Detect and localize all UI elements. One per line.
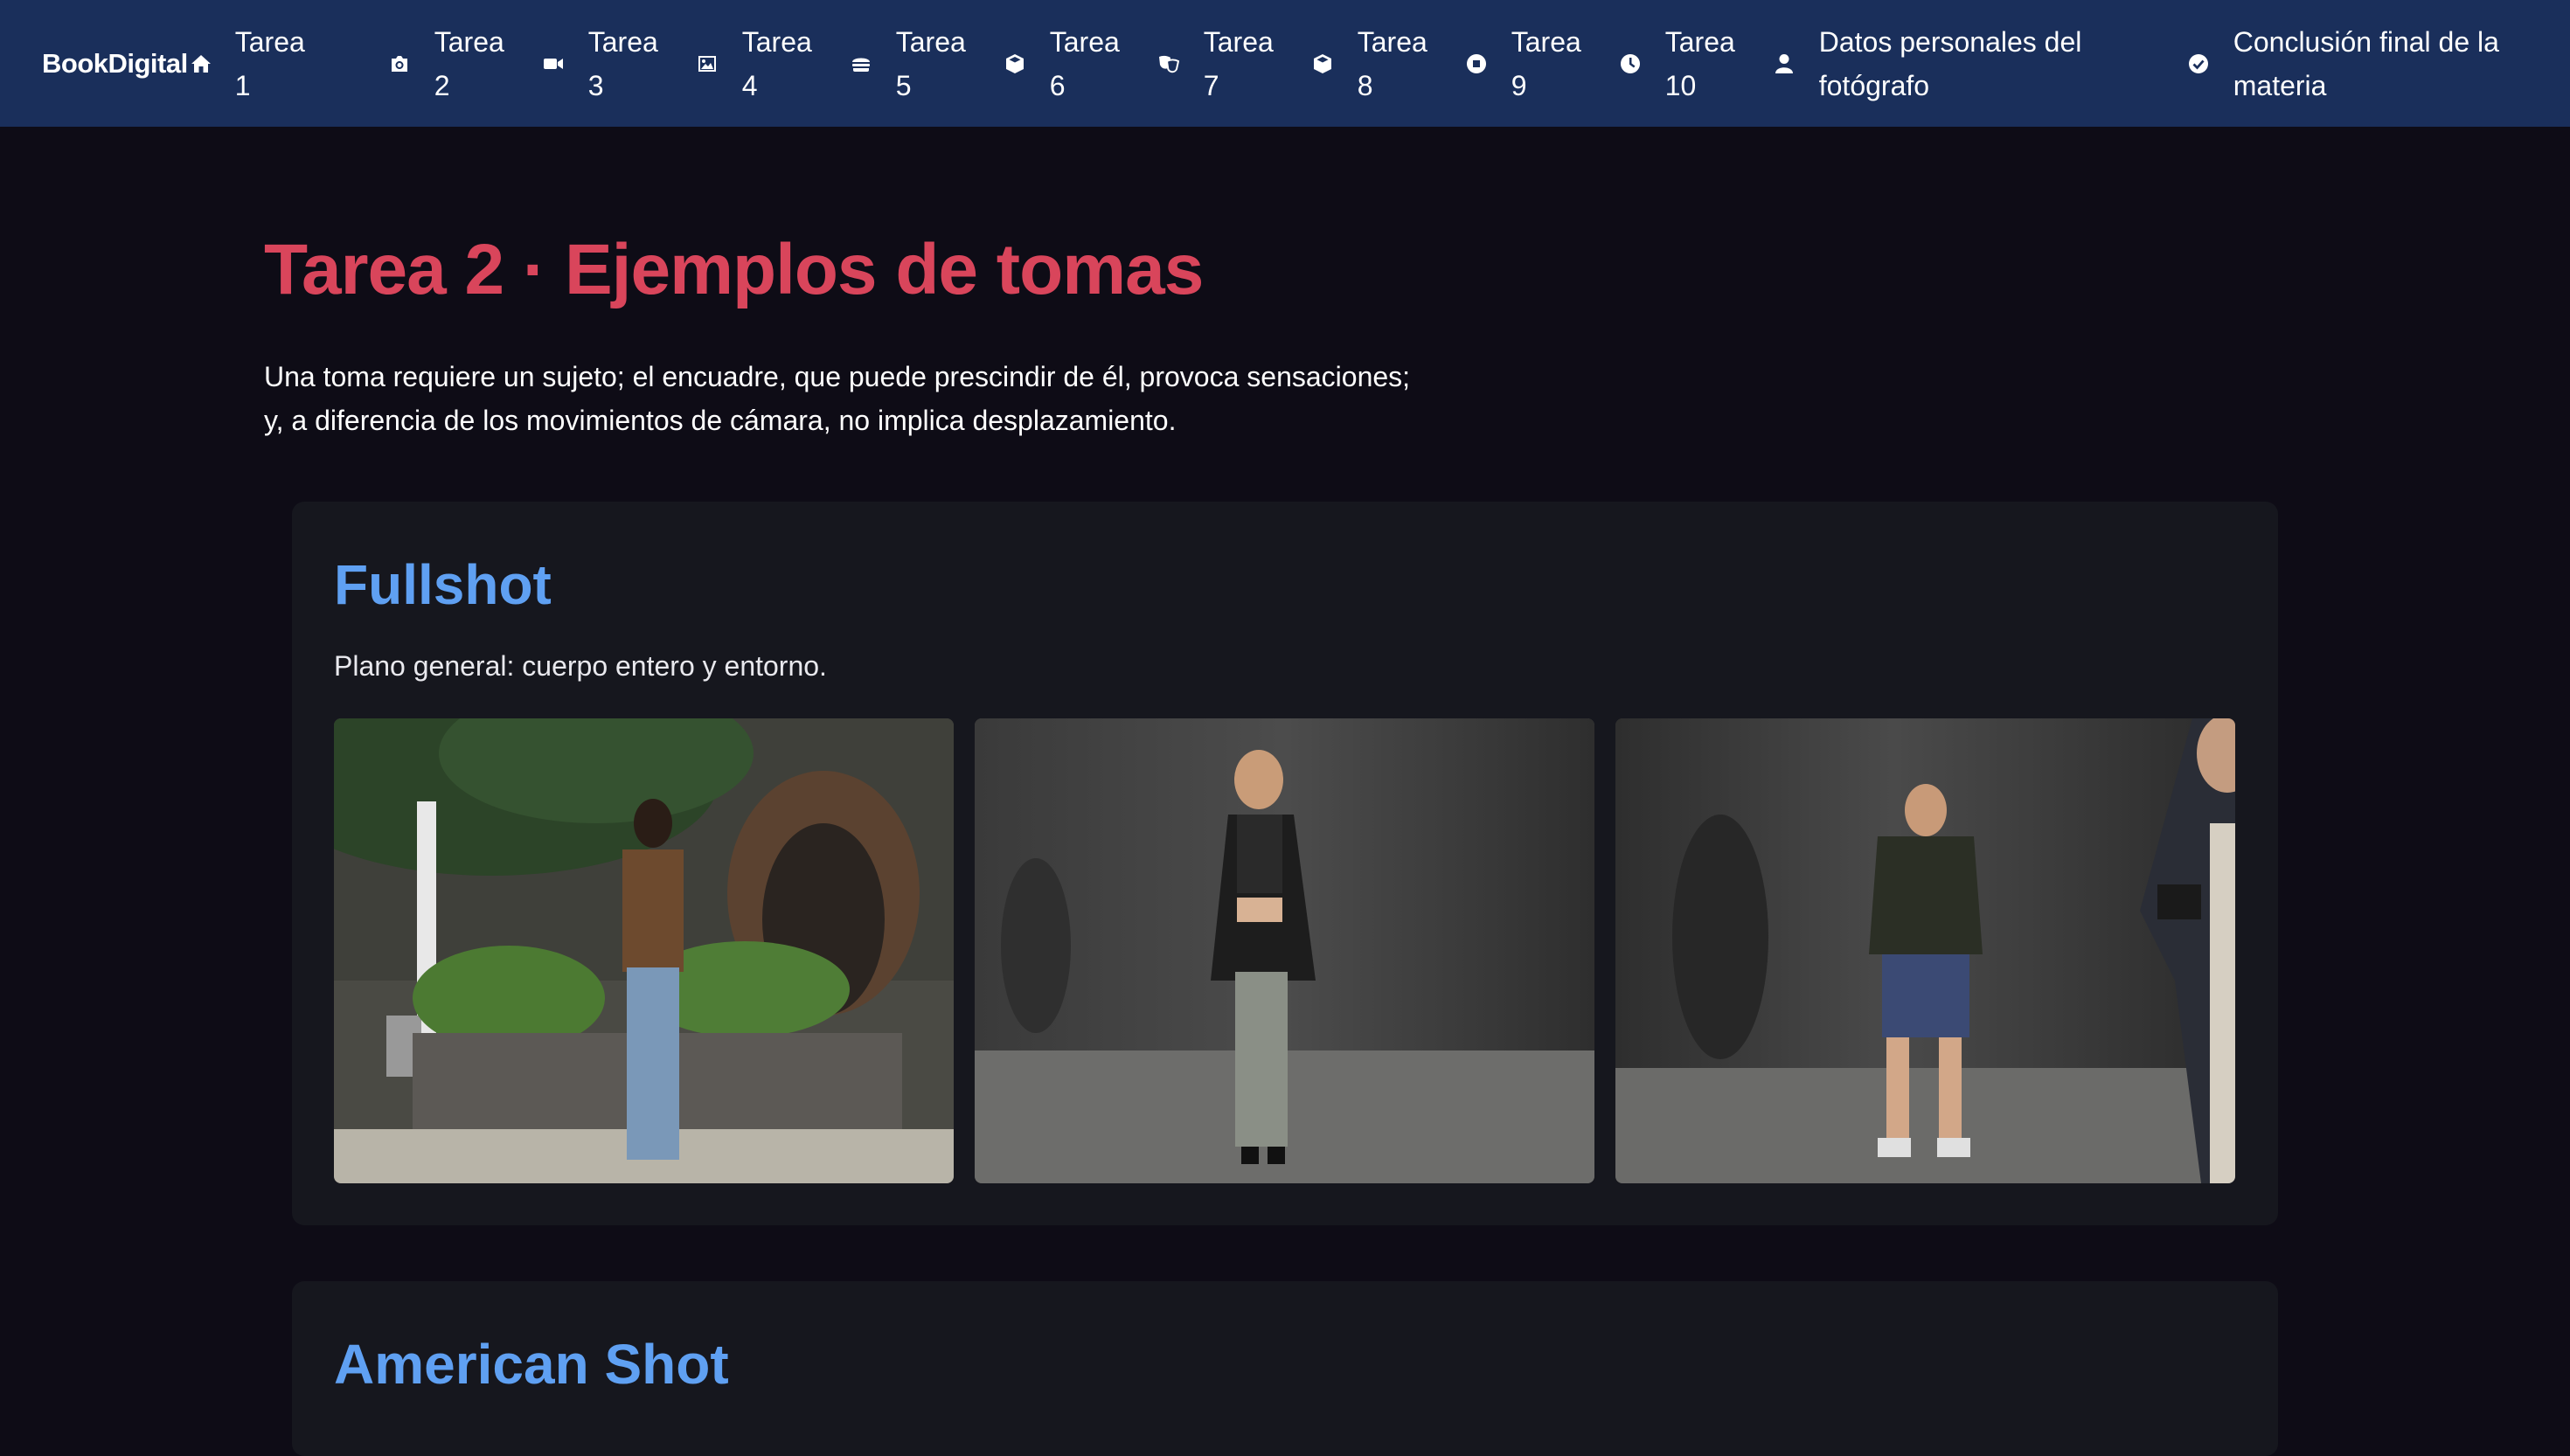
section-fullshot: Fullshot Plano general: cuerpo entero y … <box>292 502 2278 1225</box>
check-circle-icon <box>2188 53 2209 74</box>
nav-tarea-4-line1: Tarea <box>741 25 812 58</box>
nav-tarea-5[interactable]: Tarea 5 <box>851 20 1004 107</box>
nav-tarea-1[interactable]: Tarea 1 <box>235 20 389 107</box>
nav-tarea-8-line2: 8 <box>1357 69 1373 101</box>
photo-studio-woman-leather-jacket[interactable] <box>975 718 1594 1183</box>
nav-tarea-6[interactable]: Tarea 6 <box>1004 20 1158 107</box>
nav-tarea-1-line2: 1 <box>234 69 251 101</box>
nav-tarea-3-line1: Tarea <box>587 25 658 58</box>
section-american-shot: American Shot <box>292 1281 2278 1456</box>
nav-datos-personales[interactable]: Datos personales del fotógrafo <box>1774 20 2188 107</box>
nav-datos-line2: fotógrafo <box>1818 69 1930 101</box>
nav-tarea-8[interactable]: Tarea 8 <box>1312 20 1466 107</box>
page-intro: Una toma requiere un sujeto; el encuadre… <box>264 355 1575 442</box>
nav-tarea-8-line1: Tarea <box>1357 25 1427 58</box>
photo-outdoor-garden-woman[interactable] <box>334 718 954 1183</box>
burger-icon <box>851 53 872 74</box>
nav-tarea-9-line1: Tarea <box>1511 25 1581 58</box>
nav-tarea-5-line2: 5 <box>895 69 912 101</box>
video-icon <box>543 53 564 74</box>
nav-tarea-10-line2: 10 <box>1664 69 1697 101</box>
top-navbar: BookDigital Tarea 1 Tarea 2 Tarea 3 Tare… <box>0 0 2570 127</box>
page-title: Tarea 2 · Ejemplos de tomas <box>264 230 1204 309</box>
section-title: Fullshot <box>334 553 552 616</box>
nav-tarea-9[interactable]: Tarea 9 <box>1466 20 1620 107</box>
nav-datos-line1: Datos personales del <box>1818 25 2082 58</box>
nav-conclusion-final[interactable]: Conclusión final de la materia <box>2188 20 2555 107</box>
nav-conclusion-line2: materia <box>2233 69 2327 101</box>
nav-tarea-6-line2: 6 <box>1049 69 1066 101</box>
nav-tarea-7[interactable]: Tarea 7 <box>1158 20 1312 107</box>
nav-tarea-5-line1: Tarea <box>895 25 966 58</box>
intro-line-2: y, a diferencia de los movimientos de cá… <box>264 405 1177 436</box>
nav-conclusion-line1: Conclusión final de la <box>2233 25 2499 58</box>
nav-tarea-7-line1: Tarea <box>1203 25 1274 58</box>
clock-icon <box>1620 53 1641 74</box>
masks-icon <box>1158 53 1179 74</box>
stop-circle-icon <box>1466 53 1487 74</box>
cube-icon <box>1004 53 1025 74</box>
nav-tarea-3-line2: 3 <box>587 69 604 101</box>
camera-icon <box>389 53 410 74</box>
nav-tarea-10-line1: Tarea <box>1664 25 1735 58</box>
nav-tarea-2-line1: Tarea <box>434 25 504 58</box>
intro-line-1: Una toma requiere un sujeto; el encuadre… <box>264 361 1411 392</box>
house-icon <box>190 53 212 74</box>
nav-tarea-6-line1: Tarea <box>1049 25 1120 58</box>
section-description: Plano general: cuerpo entero y entorno. <box>334 650 827 682</box>
user-icon <box>1774 53 1795 74</box>
nav-tarea-4[interactable]: Tarea 4 <box>697 20 851 107</box>
nav-tarea-2-line2: 2 <box>434 69 450 101</box>
nav-tarea-1-line1: Tarea <box>234 25 305 58</box>
photo-gallery <box>334 718 2236 1183</box>
brand-logo[interactable]: BookDigital <box>42 48 212 80</box>
section-title: American Shot <box>334 1333 729 1396</box>
photo-studio-man-hoodie-with-photographer[interactable] <box>1615 718 2235 1183</box>
cube-icon <box>1312 53 1333 74</box>
image-icon <box>697 53 718 74</box>
nav-tarea-3[interactable]: Tarea 3 <box>543 20 697 107</box>
nav-tarea-9-line2: 9 <box>1511 69 1527 101</box>
brand-name[interactable]: BookDigital <box>42 48 188 80</box>
nav-tarea-2[interactable]: Tarea 2 <box>389 20 543 107</box>
nav-tarea-10[interactable]: Tarea 10 <box>1620 20 1774 107</box>
nav-tarea-4-line2: 4 <box>741 69 758 101</box>
nav-tarea-7-line2: 7 <box>1203 69 1219 101</box>
